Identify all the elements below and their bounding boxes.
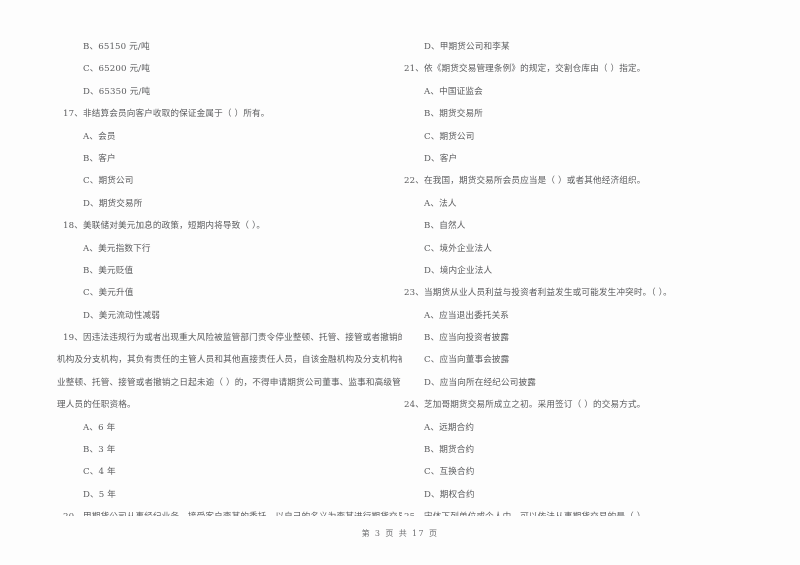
option-line: C、美元升值 <box>83 288 134 299</box>
two-column-body: B、65150 元/吨 C、65200 元/吨 D、65350 元/吨 17、非… <box>0 36 800 516</box>
option-line: D、境内企业法人 <box>424 265 493 276</box>
option-line: A、远期合约 <box>424 422 475 433</box>
document-page: B、65150 元/吨 C、65200 元/吨 D、65350 元/吨 17、非… <box>0 0 800 565</box>
option-line: B、自然人 <box>424 221 466 232</box>
option-line: D、美元流动性减弱 <box>83 310 160 321</box>
option-line: B、美元贬值 <box>83 265 134 276</box>
option-line: D、65350 元/吨 <box>83 86 151 97</box>
option-line: D、期货交易所 <box>83 198 143 209</box>
question-19-continuation: 业整顿、托管、接管或者撤销之日起未逾（ ）的，不得申请期货公司董事、监事和高级管 <box>57 377 401 388</box>
option-line: C、境外企业法人 <box>424 243 492 254</box>
question-21: 21、依《期货交易管理条例》的规定，交割仓库由（ ）指定。 <box>404 64 646 75</box>
question-19: 19、因违法违规行为或者出现重大风险被监管部门责令停业整顿、托管、接管或者撤销的… <box>63 333 402 344</box>
option-line: B、客户 <box>83 153 116 164</box>
option-line: D、5 年 <box>83 489 117 500</box>
option-line: B、65150 元/吨 <box>83 42 150 52</box>
question-18: 18、美联储对美元加息的政策，短期内将导致（ ）。 <box>63 221 266 232</box>
option-line: A、中国证监会 <box>424 86 483 97</box>
option-line: A、会员 <box>83 131 116 142</box>
question-25: 25、宋体下列单位或个人中，可以依法从事期货交易的是（ ）。 <box>398 506 743 516</box>
page-footer: 第 3 页 共 17 页 <box>361 529 439 538</box>
option-line: D、客户 <box>424 153 458 164</box>
question-19-continuation: 机构及分支机构，其负有责任的主管人员和其他直接责任人员，自该金融机构及分支机构被… <box>57 355 402 366</box>
question-20: 20、甲期货公司从事经纪业务，接受客户李某的委托，以自己的名义为李某进行期货交易… <box>57 506 402 516</box>
option-line: A、美元指数下行 <box>83 243 151 254</box>
question-22: 22、在我国，期货交易所会员应当是（ ）或者其他经济组织。 <box>404 176 646 187</box>
option-line: A、法人 <box>424 198 457 209</box>
option-line: B、期货合约 <box>424 445 475 456</box>
option-line: D、应当向所在经纪公司披露 <box>424 377 536 388</box>
question-24: 24、芝加哥期货交易所成立之初。采用签订（ ）的交易方式。 <box>404 400 646 411</box>
option-line: C、4 年 <box>83 467 116 478</box>
question-19-continuation: 理人员的任职资格。 <box>57 400 136 411</box>
option-line: A、6 年 <box>83 422 116 433</box>
option-line: B、3 年 <box>83 445 116 456</box>
option-line: D、甲期货公司和李某 <box>424 42 510 52</box>
question-23: 23、当期货从业人员利益与投资者利益发生或可能发生冲突时。（ ）。 <box>404 288 672 299</box>
right-column: D、甲期货公司和李某 21、依《期货交易管理条例》的规定，交割仓库由（ ）指定。… <box>398 36 743 516</box>
left-column: B、65150 元/吨 C、65200 元/吨 D、65350 元/吨 17、非… <box>57 36 402 516</box>
option-line: B、期货交易所 <box>424 109 483 120</box>
option-line: C、应当向董事会披露 <box>424 355 510 366</box>
question-17: 17、非结算会员向客户收取的保证金属于（ ）所有。 <box>63 109 270 120</box>
option-line: C、期货公司 <box>83 176 134 187</box>
option-line: C、互换合约 <box>424 467 475 478</box>
option-line: D、期权合约 <box>424 489 475 500</box>
option-line: C、65200 元/吨 <box>83 64 150 75</box>
option-line: C、期货公司 <box>424 131 475 142</box>
option-line: A、应当退出委托关系 <box>424 310 510 321</box>
option-line: B、应当向投资者披露 <box>424 333 510 344</box>
